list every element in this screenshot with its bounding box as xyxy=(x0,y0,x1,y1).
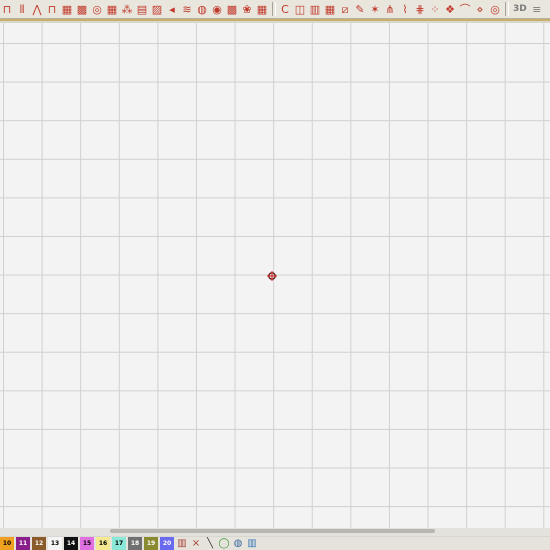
star-tool-icon[interactable]: ✶ xyxy=(368,2,382,17)
diagonal-fill-icon[interactable]: ▨ xyxy=(150,2,164,17)
leaf-tool-icon[interactable]: ✎ xyxy=(353,2,367,17)
color-swatch[interactable]: 18 xyxy=(128,537,142,550)
triple-stitch-icon[interactable]: ⊓ xyxy=(45,2,59,17)
cross-stitch-icon[interactable]: ⨯ xyxy=(190,537,202,550)
net-fill-icon[interactable]: ▦ xyxy=(255,2,269,17)
color-swatch[interactable]: 17 xyxy=(112,537,126,550)
grid-pattern-icon[interactable]: ▦ xyxy=(323,2,337,17)
round-fill-icon[interactable]: ◍ xyxy=(195,2,209,17)
stitch-pattern-icon[interactable]: ▥ xyxy=(176,537,188,550)
line-tool-icon[interactable]: ╲ xyxy=(204,537,216,550)
horizontal-scrollbar[interactable] xyxy=(0,528,550,536)
menu-lines-icon[interactable]: ≡ xyxy=(530,2,544,17)
pattern-tools-group: C ◫ ▥ ▦ ⧄ ✎ ✶ ⋔ ⌇ ⋕ ⁘ ❖ ⌒ ⋄ ◎ xyxy=(278,2,503,17)
origin-marker-icon xyxy=(267,271,277,281)
lattice-fill-icon[interactable]: ▩ xyxy=(225,2,239,17)
color-swatch[interactable]: 12 xyxy=(32,537,46,550)
color-swatch[interactable]: 15 xyxy=(80,537,94,550)
comb-tool-icon[interactable]: ⋕ xyxy=(413,2,427,17)
color-swatch[interactable]: 19 xyxy=(144,537,158,550)
fan-tool-icon[interactable]: ⋔ xyxy=(383,2,397,17)
view-3d-button[interactable]: 3D xyxy=(511,2,529,17)
stair-fill-icon[interactable]: ▤ xyxy=(135,2,149,17)
ring-tool-icon[interactable]: ◯ xyxy=(218,537,230,550)
scrollbar-thumb[interactable] xyxy=(110,529,435,533)
curve-tool-icon[interactable]: ⌒ xyxy=(458,2,472,17)
line-pattern-icon[interactable]: ⧄ xyxy=(338,2,352,17)
color-swatch[interactable]: 14 xyxy=(64,537,78,550)
wave-fill-icon[interactable]: ≋ xyxy=(180,2,194,17)
satin-stitch-icon[interactable]: ⫴ xyxy=(15,2,29,17)
color-swatch[interactable]: 13 xyxy=(48,537,62,550)
toolbar-separator xyxy=(272,2,276,16)
stitch-preview-icon[interactable]: ⋄ xyxy=(473,2,487,17)
fill-pattern-2-icon[interactable]: ▩ xyxy=(75,2,89,17)
running-stitch-icon[interactable]: ⊓ xyxy=(0,2,14,17)
stitch-tools-group: ⊓ ⫴ ⋀ ⊓ ▦ ▩ ◎ ▦ ⁂ ▤ ▨ ◂ ≋ ◍ ◉ ▩ ❀ ▦ xyxy=(0,2,270,17)
fill-pattern-icon[interactable]: ▦ xyxy=(60,2,74,17)
color-swatch[interactable]: 10 xyxy=(0,537,14,550)
grid-fill-icon[interactable]: ▦ xyxy=(105,2,119,17)
design-canvas[interactable] xyxy=(0,23,550,528)
dot-fill-icon[interactable]: ⁂ xyxy=(120,2,134,17)
toolbar-separator xyxy=(505,2,509,16)
stitch-toolbar: ⊓ ⫴ ⋀ ⊓ ▦ ▩ ◎ ▦ ⁂ ▤ ▨ ◂ ≋ ◍ ◉ ▩ ❀ ▦ C ◫ ▥ ▦ ⧄ ✎ ✶ ⋔ ⌇ ⋕ ⁘ ❖ ⌒ ⋄ ◎ 3D ≡ xyxy=(0,0,550,19)
color-swatch[interactable]: 11 xyxy=(16,537,30,550)
zigzag-stitch-icon[interactable]: ⋀ xyxy=(30,2,44,17)
flower-fill-icon[interactable]: ❀ xyxy=(240,2,254,17)
thread-color-palette: 10 11 12 13 14 15 16 17 18 19 20 ▥ ⨯ ╲ ◯ ◍ ▥ xyxy=(0,537,550,550)
radial-fill-icon[interactable]: ◉ xyxy=(210,2,224,17)
toolbar-divider xyxy=(0,19,550,21)
square-tool-icon[interactable]: ◫ xyxy=(293,2,307,17)
letter-c-icon[interactable]: C xyxy=(278,2,292,17)
circle-fill-icon[interactable]: ◎ xyxy=(90,2,104,17)
dots-grid-icon[interactable]: ⁘ xyxy=(428,2,442,17)
color-swatch[interactable]: 20 xyxy=(160,537,174,550)
hoop-icon[interactable]: ◎ xyxy=(488,2,502,17)
spool-icon[interactable]: ▥ xyxy=(246,537,258,550)
color-swatch[interactable]: 16 xyxy=(96,537,110,550)
color-swatches: 10 11 12 13 14 15 16 17 18 19 20 xyxy=(0,537,176,550)
needle-tool-icon[interactable]: ⌇ xyxy=(398,2,412,17)
brick-pattern-icon[interactable]: ▥ xyxy=(308,2,322,17)
diamond-grid-icon[interactable]: ❖ xyxy=(443,2,457,17)
globe-tool-icon[interactable]: ◍ xyxy=(232,537,244,550)
arrow-fill-icon[interactable]: ◂ xyxy=(165,2,179,17)
